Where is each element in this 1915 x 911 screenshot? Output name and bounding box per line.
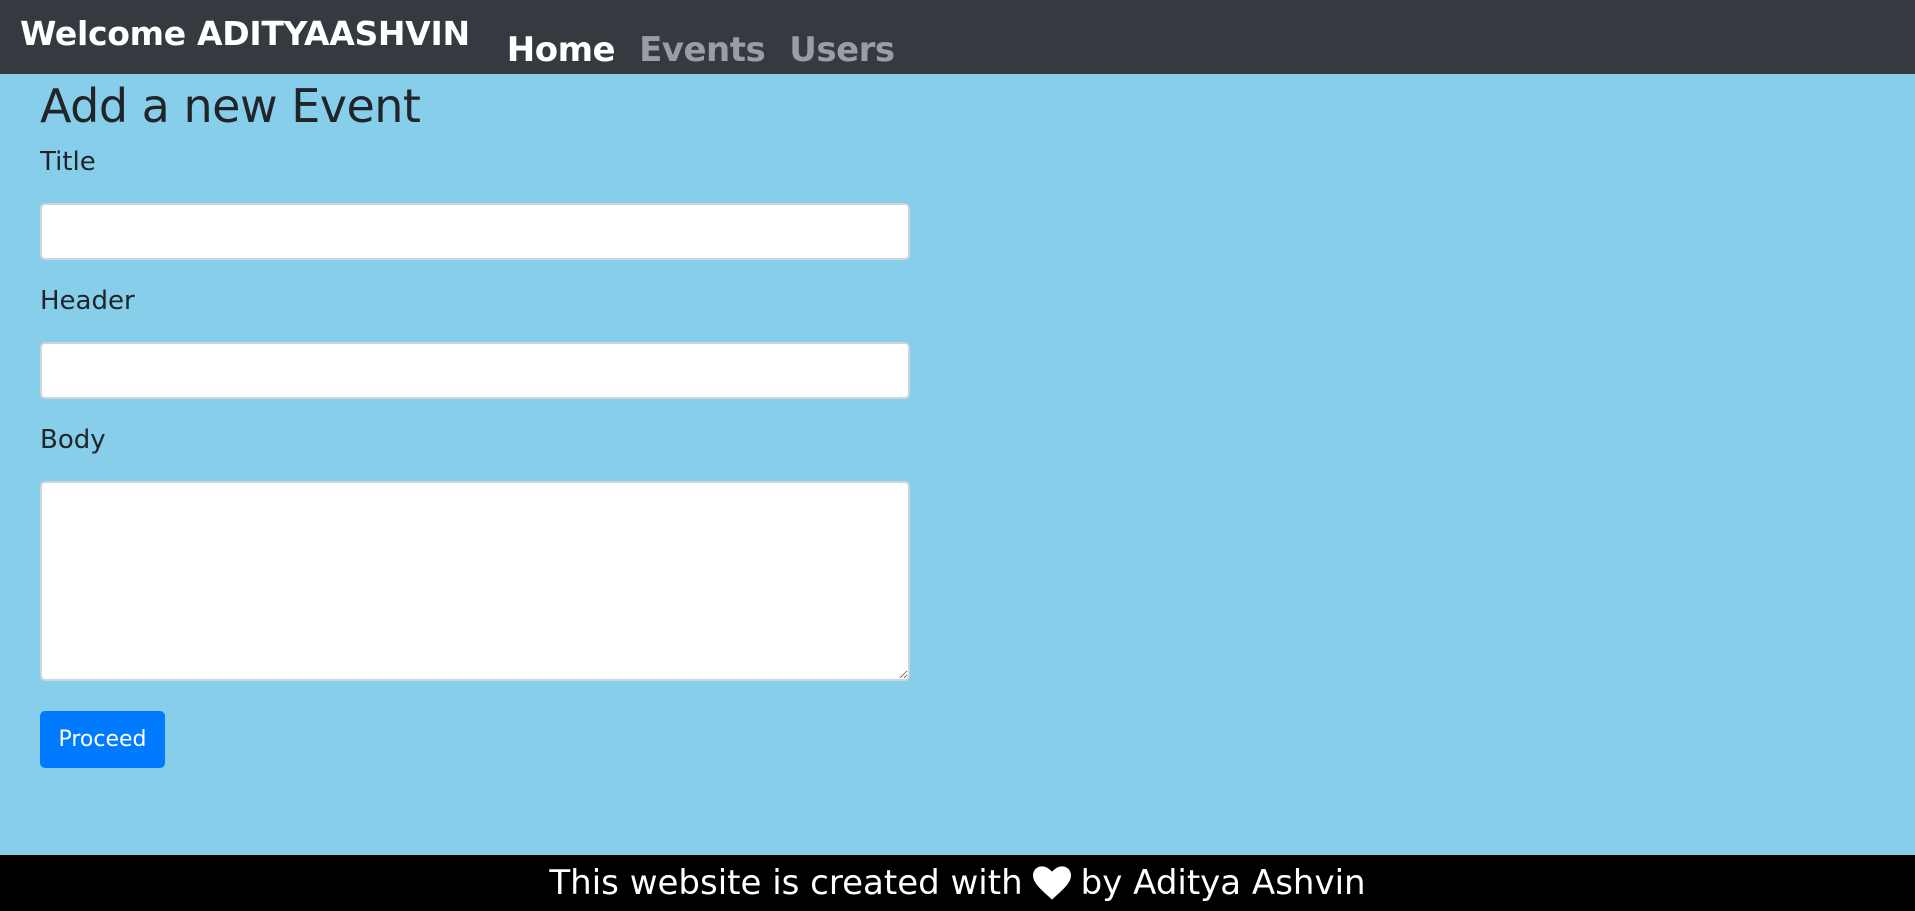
footer-text-after: by Aditya Ashvin: [1080, 863, 1366, 903]
nav-link-events[interactable]: Events: [639, 30, 766, 70]
nav-links: Home Events Users: [507, 30, 919, 70]
add-event-form: Add a new Event Title Header Body: [40, 74, 910, 682]
header-label: Header: [40, 286, 135, 317]
navbar-brand[interactable]: Welcome ADITYAASHVIN: [20, 14, 470, 53]
header-input[interactable]: [40, 342, 910, 400]
nav-link-users[interactable]: Users: [789, 30, 895, 70]
nav-link-home[interactable]: Home: [507, 30, 616, 70]
footer: This website is created with by Aditya A…: [0, 855, 1915, 911]
page-title: Add a new Event: [40, 79, 421, 133]
title-input[interactable]: [40, 203, 910, 261]
title-label: Title: [40, 146, 96, 177]
top-navbar: Welcome ADITYAASHVIN Home Events Users: [0, 0, 1915, 74]
footer-text-before: This website is created with: [549, 863, 1023, 903]
body-label: Body: [40, 425, 106, 456]
body-textarea[interactable]: [40, 481, 910, 682]
heart-icon: [1032, 866, 1071, 900]
proceed-button[interactable]: Proceed: [40, 711, 165, 768]
